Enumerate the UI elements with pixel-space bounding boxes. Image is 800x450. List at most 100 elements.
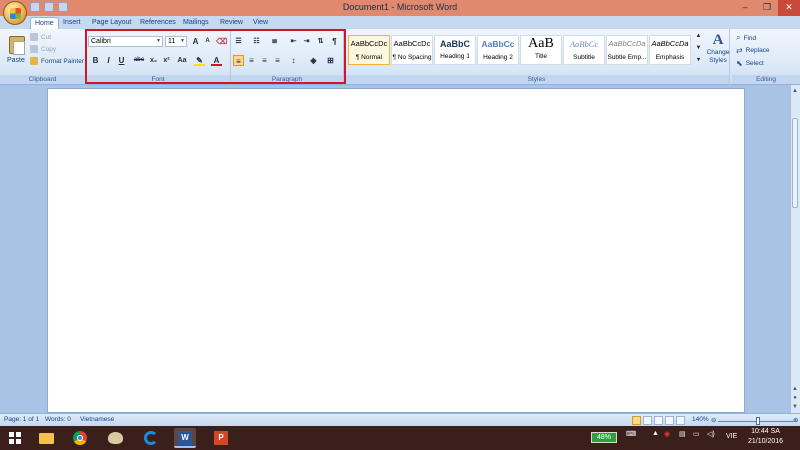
- ccleaner-icon[interactable]: [140, 428, 162, 448]
- ribbon-tabs: Home Insert Page Layout References Maili…: [0, 16, 800, 29]
- minimize-button[interactable]: –: [734, 0, 756, 16]
- zoom-in-icon[interactable]: ⊕: [793, 416, 798, 424]
- next-page-icon[interactable]: ▼: [791, 403, 799, 411]
- clock[interactable]: 10:44 SA 21/10/2016: [748, 427, 783, 447]
- style-subtle-emphasis[interactable]: AaBbCcDa Subtle Emp...: [606, 35, 648, 65]
- clear-formatting-icon[interactable]: ⌫: [216, 36, 227, 47]
- outline-icon[interactable]: [665, 416, 674, 425]
- shading-icon[interactable]: ◈: [308, 55, 319, 66]
- zoom-slider-knob[interactable]: [756, 417, 760, 425]
- style-title[interactable]: AaB Title: [520, 35, 562, 65]
- font-color-button[interactable]: A: [211, 55, 222, 66]
- replace-icon: ⇄: [736, 46, 743, 55]
- office-button[interactable]: [3, 1, 27, 25]
- change-case-button[interactable]: Aa: [175, 55, 189, 66]
- notification-icon[interactable]: ▭: [693, 430, 700, 438]
- replace-button[interactable]: ⇄ Replace: [736, 46, 770, 55]
- strikethrough-button[interactable]: abc: [132, 55, 146, 66]
- antivirus-icon[interactable]: ◉: [664, 430, 670, 438]
- zoom-out-icon[interactable]: ⊖: [711, 416, 716, 424]
- style-normal[interactable]: AaBbCcDc ¶ Normal: [348, 35, 390, 65]
- tab-page-layout[interactable]: Page Layout: [88, 17, 135, 29]
- draft-icon[interactable]: [676, 416, 685, 425]
- highlight-icon[interactable]: ✎: [194, 55, 205, 66]
- style-subtitle[interactable]: AaBbCc Subtitle: [563, 35, 605, 65]
- numbering-icon[interactable]: ☷: [251, 36, 262, 47]
- ribbon: Paste Cut Copy Format Painter Clipboard …: [0, 29, 800, 85]
- font-name-dropdown[interactable]: Calibri ▼: [88, 36, 163, 47]
- copy-button[interactable]: Copy: [30, 45, 56, 53]
- chrome-icon[interactable]: [69, 428, 91, 448]
- file-explorer-icon[interactable]: [35, 428, 57, 448]
- shrink-font-icon[interactable]: A: [202, 36, 213, 47]
- subscript-button[interactable]: x₂: [148, 55, 159, 66]
- style-name: ¶ No Spacing: [392, 54, 432, 61]
- word-icon[interactable]: W: [174, 428, 196, 448]
- format-painter-button[interactable]: Format Painter: [30, 57, 84, 65]
- italic-button[interactable]: I: [103, 55, 114, 66]
- full-screen-reading-icon[interactable]: [643, 416, 652, 425]
- tab-view[interactable]: View: [249, 17, 272, 29]
- find-button[interactable]: ⌕ Find: [736, 33, 756, 43]
- style-heading-1[interactable]: AaBbC Heading 1: [434, 35, 476, 65]
- tab-mailings[interactable]: Mailings: [179, 17, 213, 29]
- sort-icon[interactable]: ⇅: [315, 36, 326, 47]
- align-left-icon[interactable]: ≡: [233, 55, 244, 66]
- tab-references[interactable]: References: [136, 17, 180, 29]
- multilevel-list-icon[interactable]: ≣: [269, 36, 280, 47]
- scroll-up-arrow-icon[interactable]: ▲: [791, 87, 799, 95]
- styles-group-label: Styles: [344, 75, 729, 84]
- style-sample: AaBbCcDa: [608, 39, 646, 48]
- scroll-up-icon[interactable]: ▲: [693, 31, 704, 42]
- close-button[interactable]: ✕: [778, 0, 800, 16]
- keyboard-icon[interactable]: ⌨: [626, 430, 636, 438]
- line-spacing-icon[interactable]: ↕: [288, 55, 299, 66]
- grow-font-icon[interactable]: A: [190, 36, 201, 47]
- document-page[interactable]: [47, 88, 745, 413]
- show-paragraph-marks-icon[interactable]: ¶: [329, 36, 340, 47]
- change-styles-button[interactable]: A Change Styles: [704, 31, 732, 71]
- style-name: ¶ Normal: [355, 54, 383, 61]
- cut-button[interactable]: Cut: [30, 33, 51, 41]
- tab-review[interactable]: Review: [216, 17, 247, 29]
- bullets-icon[interactable]: ☰: [233, 36, 244, 47]
- scroll-down-icon[interactable]: ▼: [693, 43, 704, 54]
- maximize-button[interactable]: ❐: [756, 0, 778, 16]
- decrease-indent-icon[interactable]: ⇤: [288, 36, 299, 47]
- style-no-spacing[interactable]: AaBbCcDc ¶ No Spacing: [391, 35, 433, 65]
- increase-indent-icon[interactable]: ⇥: [301, 36, 312, 47]
- powerpoint-icon[interactable]: P: [210, 428, 232, 448]
- browse-object-icon[interactable]: ●: [791, 394, 799, 402]
- network-icon[interactable]: ▤: [679, 430, 686, 438]
- show-hidden-icons-icon[interactable]: ▲: [652, 430, 659, 437]
- select-button[interactable]: ⬉ Select: [736, 59, 764, 68]
- font-size-dropdown[interactable]: 11 ▼: [165, 36, 187, 47]
- justify-icon[interactable]: ≡: [272, 55, 283, 66]
- more-styles-icon[interactable]: ▾: [693, 55, 704, 66]
- paint-icon[interactable]: [104, 428, 126, 448]
- input-language[interactable]: VIE: [726, 433, 737, 440]
- tab-home[interactable]: Home: [30, 17, 59, 29]
- bold-button[interactable]: B: [90, 55, 101, 66]
- word-count[interactable]: Words: 0: [45, 416, 71, 423]
- style-emphasis[interactable]: AaBbCcDa Emphasis: [649, 35, 691, 65]
- align-center-icon[interactable]: ≡: [246, 55, 257, 66]
- zoom-level[interactable]: 140%: [692, 416, 709, 423]
- scrollbar-thumb[interactable]: [792, 118, 798, 208]
- web-layout-icon[interactable]: [654, 416, 663, 425]
- language-indicator[interactable]: Vietnamese: [80, 416, 114, 423]
- style-heading-2[interactable]: AaBbCc Heading 2: [477, 35, 519, 65]
- print-layout-icon[interactable]: [632, 416, 641, 425]
- previous-page-icon[interactable]: ▲: [791, 385, 799, 393]
- tab-insert[interactable]: Insert: [59, 17, 85, 29]
- volume-icon[interactable]: ◁): [707, 430, 715, 438]
- align-right-icon[interactable]: ≡: [259, 55, 270, 66]
- find-label: Find: [743, 34, 757, 42]
- superscript-button[interactable]: x²: [161, 55, 172, 66]
- page-count[interactable]: Page: 1 of 1: [4, 416, 39, 423]
- windows-start-icon[interactable]: [4, 428, 26, 448]
- borders-icon[interactable]: ⊞: [325, 55, 336, 66]
- battery-indicator[interactable]: 48%: [591, 432, 617, 443]
- paste-button[interactable]: Paste: [2, 31, 28, 67]
- underline-button[interactable]: U: [116, 55, 127, 66]
